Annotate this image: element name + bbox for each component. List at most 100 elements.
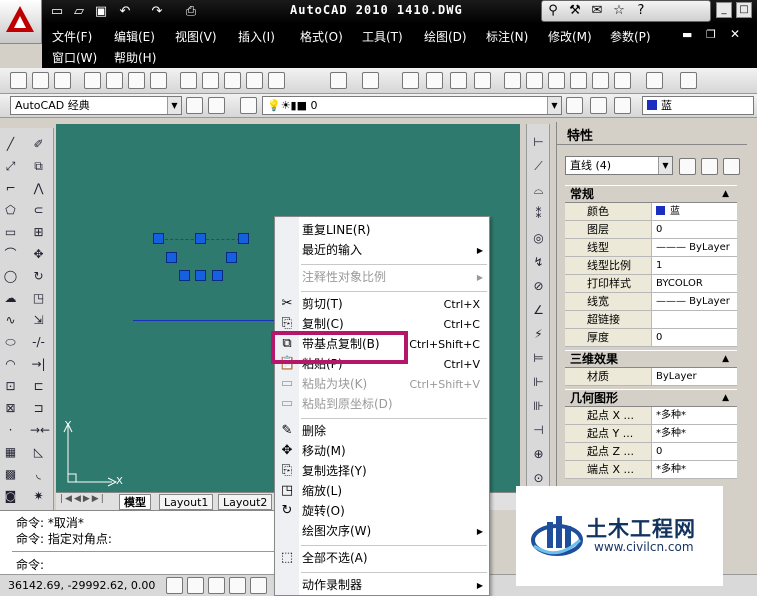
cut-tb-icon[interactable] bbox=[180, 72, 197, 89]
menu-dimension[interactable]: 标注(N) bbox=[486, 28, 528, 45]
extend-icon[interactable]: →| bbox=[30, 356, 47, 373]
scale-icon[interactable]: ◳ bbox=[30, 290, 47, 307]
chamfer-icon[interactable]: ◺ bbox=[30, 444, 47, 461]
favorites-icon[interactable]: ☆ bbox=[608, 1, 630, 21]
menu-view[interactable]: 视图(V) bbox=[175, 28, 217, 45]
section-geometry[interactable]: 几何图形 ▲ bbox=[565, 389, 737, 407]
prop-row-thickness[interactable]: 厚度 0 bbox=[565, 329, 737, 347]
gradient-icon[interactable]: ▩ bbox=[2, 466, 19, 483]
preview-icon[interactable] bbox=[106, 72, 123, 89]
save-icon[interactable]: ▣ bbox=[92, 3, 110, 21]
line-icon[interactable]: ╱ bbox=[2, 136, 19, 153]
open-icon[interactable] bbox=[32, 72, 49, 89]
prop-row-color[interactable]: 颜色 蓝 bbox=[565, 203, 737, 221]
redo-tb-icon[interactable] bbox=[362, 72, 379, 89]
tab-layout2[interactable]: Layout2 bbox=[218, 494, 273, 510]
polar-toggle-icon[interactable] bbox=[229, 577, 246, 594]
context-menu-item[interactable]: ◳ 缩放(L) bbox=[275, 482, 489, 501]
hatch-icon[interactable]: ▦ bbox=[2, 444, 19, 461]
binoculars-icon[interactable]: ⚲ bbox=[542, 1, 564, 21]
grip-point[interactable] bbox=[179, 270, 190, 281]
tolerance-icon[interactable]: ⊕ bbox=[530, 446, 547, 463]
menu-window[interactable]: 窗口(W) bbox=[52, 49, 97, 66]
tab-model[interactable]: 模型 bbox=[119, 494, 151, 510]
undo-tb-icon[interactable] bbox=[330, 72, 347, 89]
zoom-realtime-icon[interactable] bbox=[426, 72, 443, 89]
circle-icon[interactable]: ◯ bbox=[2, 268, 19, 285]
erase-icon[interactable]: ✐ bbox=[30, 136, 47, 153]
context-menu-item[interactable]: ↻ 旋转(O) bbox=[275, 502, 489, 521]
tab-layout1[interactable]: Layout1 bbox=[159, 494, 214, 510]
prop-row-layer[interactable]: 图层 0 bbox=[565, 221, 737, 239]
ellipse-arc-icon[interactable]: ◠ bbox=[2, 356, 19, 373]
context-menu-item[interactable]: ⬚ 全部不选(A) bbox=[275, 549, 489, 568]
mirror-icon[interactable]: ⋀ bbox=[30, 180, 47, 197]
quick-dim-icon[interactable]: ⚡ bbox=[530, 326, 547, 343]
command-prompt[interactable]: 命令: bbox=[16, 556, 44, 573]
3d-dwf-icon[interactable] bbox=[150, 72, 167, 89]
grip-point[interactable] bbox=[166, 252, 177, 263]
dim-break-icon[interactable]: ⊣ bbox=[530, 422, 547, 439]
prop-row-start-y[interactable]: 起点 Y ... *多种* bbox=[565, 425, 737, 443]
diameter-icon[interactable]: ⊘ bbox=[530, 278, 547, 295]
continue-icon[interactable]: ⊩ bbox=[530, 374, 547, 391]
grip-point[interactable] bbox=[195, 270, 206, 281]
osnap-toggle-icon[interactable] bbox=[250, 577, 267, 594]
plot-tb-icon[interactable] bbox=[84, 72, 101, 89]
insert-block-icon[interactable]: ⊡ bbox=[2, 378, 19, 395]
context-menu-item[interactable]: 最近的输入 ▶ bbox=[275, 241, 489, 260]
grip-point[interactable] bbox=[238, 233, 249, 244]
move-icon[interactable]: ✥ bbox=[30, 246, 47, 263]
workspace-settings-icon[interactable] bbox=[186, 97, 203, 114]
prop-row-linetype[interactable]: 线型 ——— ByLayer bbox=[565, 239, 737, 257]
tab-nav-arrows-icon[interactable]: |◀◀▶▶| bbox=[60, 494, 106, 504]
layer-isolate-icon[interactable] bbox=[614, 97, 631, 114]
join-icon[interactable]: →← bbox=[30, 422, 50, 439]
polygon-icon[interactable]: ⬠ bbox=[2, 202, 19, 219]
maximize-button[interactable]: □ bbox=[736, 2, 752, 18]
tools-icon[interactable]: ⚒ bbox=[564, 1, 586, 21]
workspace-save-icon[interactable] bbox=[208, 97, 225, 114]
ellipse-icon[interactable]: ⬭ bbox=[2, 334, 19, 351]
quickcalc-icon[interactable] bbox=[614, 72, 631, 89]
context-menu-item[interactable]: ⎘ 复制选择(Y) bbox=[275, 462, 489, 481]
arc-icon[interactable]: ⌒ bbox=[2, 246, 19, 263]
grip-point[interactable] bbox=[195, 233, 206, 244]
aligned-dim-icon[interactable]: ⟋ bbox=[530, 158, 547, 175]
ordinate-icon[interactable]: ⁑ bbox=[530, 206, 547, 223]
copy-tb-icon[interactable] bbox=[202, 72, 219, 89]
layer-previous-icon[interactable] bbox=[566, 97, 583, 114]
explode-icon[interactable]: ✷ bbox=[30, 488, 47, 505]
menu-parameters[interactable]: 参数(P) bbox=[610, 28, 651, 45]
doc-restore-icon[interactable]: ❐ bbox=[706, 28, 716, 41]
prop-row-linetype-scale[interactable]: 线型比例 1 bbox=[565, 257, 737, 275]
markup-icon[interactable] bbox=[592, 72, 609, 89]
open-file-icon[interactable]: ▱ bbox=[70, 3, 88, 21]
polyline-icon[interactable]: ⌐ bbox=[2, 180, 19, 197]
workspace-select[interactable]: AutoCAD 经典 ▼ bbox=[10, 96, 182, 115]
prop-row-hyperlink[interactable]: 超链接 bbox=[565, 311, 737, 329]
publish-icon[interactable] bbox=[128, 72, 145, 89]
pan-icon[interactable] bbox=[402, 72, 419, 89]
layer-manager-icon[interactable] bbox=[240, 97, 257, 114]
fillet-icon[interactable]: ◟ bbox=[30, 466, 47, 483]
center-mark-icon[interactable]: ⊙ bbox=[530, 470, 547, 487]
spline-icon[interactable]: ∿ bbox=[2, 312, 19, 329]
context-menu-item[interactable]: 重复LINE(R) bbox=[275, 221, 489, 240]
prop-row-material[interactable]: 材质 ByLayer bbox=[565, 368, 737, 386]
undo-icon[interactable]: ↶ bbox=[116, 3, 134, 21]
menu-draw[interactable]: 绘图(D) bbox=[424, 28, 467, 45]
block-editor-icon[interactable] bbox=[268, 72, 285, 89]
object-type-select[interactable]: 直线 (4) ▼ bbox=[565, 156, 673, 175]
designcenter-icon[interactable] bbox=[526, 72, 543, 89]
paste-tb-icon[interactable] bbox=[224, 72, 241, 89]
array-icon[interactable]: ⊞ bbox=[30, 224, 47, 241]
zoom-previous-icon[interactable] bbox=[474, 72, 491, 89]
rectangle-icon[interactable]: ▭ bbox=[2, 224, 19, 241]
ortho-toggle-icon[interactable] bbox=[208, 577, 225, 594]
menu-tools[interactable]: 工具(T) bbox=[362, 28, 403, 45]
offset-icon[interactable]: ⊂ bbox=[30, 202, 47, 219]
menu-file[interactable]: 文件(F) bbox=[52, 28, 92, 45]
menu-format[interactable]: 格式(O) bbox=[300, 28, 343, 45]
jogged-icon[interactable]: ↯ bbox=[530, 254, 547, 271]
